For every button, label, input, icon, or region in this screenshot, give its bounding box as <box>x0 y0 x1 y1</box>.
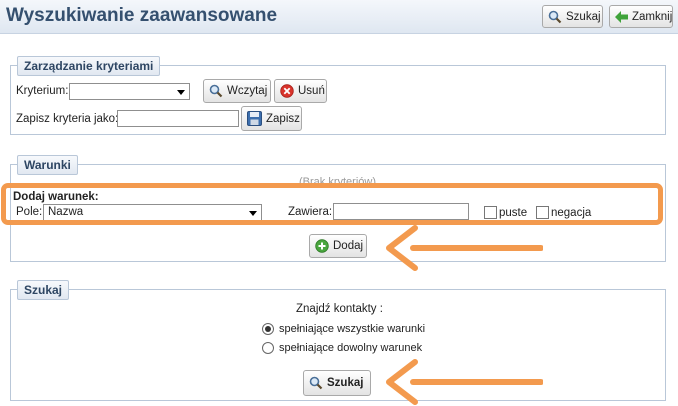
save-as-input[interactable] <box>117 110 239 127</box>
field-select-value: Nazwa <box>48 206 84 218</box>
header-search-label: Szukaj <box>566 10 601 23</box>
save-label: Zapisz <box>266 112 300 125</box>
field-select[interactable]: Nazwa <box>43 204 262 221</box>
search-legend: Szukaj <box>17 280 70 300</box>
negation-checkbox-label: negacja <box>551 207 592 219</box>
search-button-label: Szukaj <box>327 377 364 389</box>
page-header: Wyszukiwanie zaawansowane Szukaj Zamknij <box>0 0 678 34</box>
load-button[interactable]: Wczytaj <box>203 79 271 103</box>
empty-checkbox-label: puste <box>499 207 528 219</box>
back-arrow-icon <box>615 10 628 23</box>
header-search-button[interactable]: Szukaj <box>542 5 603 28</box>
delete-icon <box>280 84 294 98</box>
add-condition-label: Dodaj <box>333 240 364 252</box>
save-button[interactable]: Zapisz <box>241 106 302 131</box>
contains-input[interactable] <box>333 203 469 220</box>
field-label: Pole: <box>16 206 43 218</box>
delete-button[interactable]: Usuń <box>274 79 327 103</box>
page-title: Wyszukiwanie zaawansowane <box>6 5 278 26</box>
criterion-label: Kryterium: <box>16 85 69 97</box>
load-label: Wczytaj <box>227 85 268 97</box>
match-any-radio[interactable] <box>262 342 274 354</box>
conditions-legend: Warunki <box>17 155 78 175</box>
add-icon <box>315 239 329 253</box>
empty-checkbox[interactable] <box>484 206 497 219</box>
close-button[interactable]: Zamknij <box>609 5 673 28</box>
close-label: Zamknij <box>632 10 673 23</box>
chevron-down-icon <box>249 211 257 216</box>
match-all-label: spełniające wszystkie warunki <box>279 323 426 335</box>
delete-label: Usuń <box>298 85 325 97</box>
add-condition-button[interactable]: Dodaj <box>309 234 367 258</box>
search-button[interactable]: Szukaj <box>303 370 371 396</box>
criterion-select[interactable] <box>69 83 190 100</box>
empty-conditions-text: (Brak kryteriów) <box>299 176 377 188</box>
find-contacts-label: Znajdź kontakty : <box>296 303 383 315</box>
criteria-management-legend: Zarządzanie kryteriami <box>17 56 161 76</box>
floppy-disk-icon <box>247 111 262 126</box>
add-condition-heading: Dodaj warunek: <box>13 191 99 203</box>
search-icon <box>209 84 223 98</box>
contains-label: Zawiera: <box>288 206 333 218</box>
match-any-label: spełniające dowolny warunek <box>279 342 423 354</box>
match-all-radio[interactable] <box>262 323 274 335</box>
arrow-left-icon <box>386 225 543 271</box>
search-icon <box>309 376 323 390</box>
chevron-down-icon <box>177 90 185 95</box>
negation-checkbox[interactable] <box>536 206 549 219</box>
arrow-left-icon <box>386 359 543 405</box>
save-as-label: Zapisz kryteria jako: <box>16 113 119 125</box>
search-icon <box>548 10 562 23</box>
